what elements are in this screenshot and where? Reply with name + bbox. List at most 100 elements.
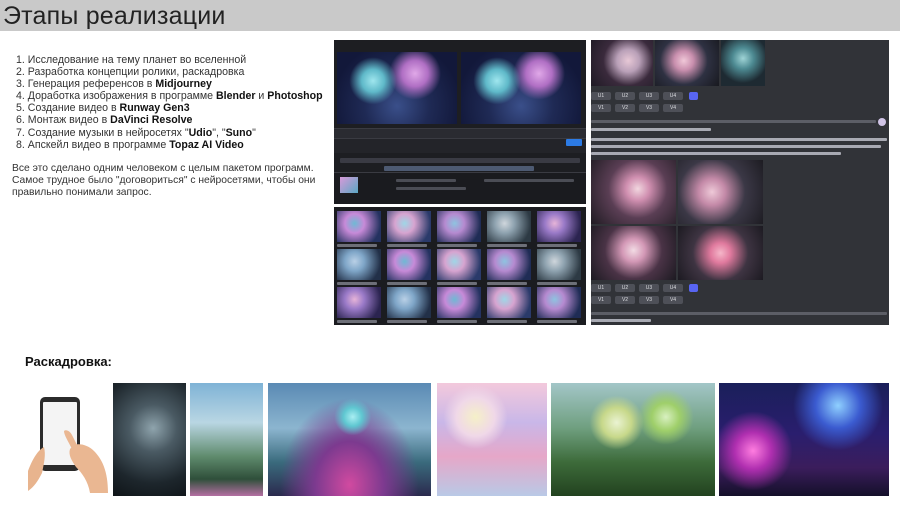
mj-variation-button[interactable]: V4 [663, 296, 683, 304]
generation-caption [537, 244, 577, 247]
storyboard-frame [190, 383, 263, 496]
generation-caption [337, 244, 377, 247]
steps-list: 1. Исследование на тему планет во вселен… [16, 54, 323, 151]
summary-line: Все это сделано одним человеком с целым … [12, 163, 314, 174]
editor-source-preview [337, 52, 457, 124]
storyboard-frame [268, 383, 431, 496]
generation-caption [537, 320, 577, 323]
mj-upscale-button[interactable]: U2 [615, 92, 635, 100]
generation-caption [437, 282, 477, 285]
mj-upscale-button[interactable]: U4 [663, 284, 683, 292]
editor-timeline-controls [334, 138, 586, 153]
mj-message-header [591, 128, 711, 131]
step-item: 4. Доработка изображения в программе Ble… [16, 90, 323, 103]
generation-thumbnail [537, 211, 581, 242]
editor-program-preview [461, 52, 581, 124]
generation-thumbnail [437, 249, 481, 280]
generation-caption [387, 282, 427, 285]
generation-caption [487, 282, 527, 285]
generation-caption [337, 320, 377, 323]
mj-image-thumb [591, 40, 653, 86]
editor-track [384, 166, 534, 171]
page-title: Этапы реализации [3, 2, 226, 30]
summary-paragraph: Все это сделано одним человеком с целым … [12, 163, 332, 199]
mj-grid-image [591, 226, 676, 280]
summary-line: Самое трудное было "договориться" с нейр… [12, 175, 316, 187]
page-header: Этапы реализации [0, 0, 900, 31]
mj-upscale-button[interactable]: U1 [591, 284, 611, 292]
generation-thumbnail [337, 211, 381, 242]
generation-thumbnail [487, 249, 531, 280]
editor-clip-thumbnail [340, 177, 358, 193]
mj-grid-image [678, 160, 763, 224]
user-avatar [878, 118, 886, 126]
storyboard-frame [113, 383, 186, 496]
generation-thumbnail [487, 287, 531, 318]
mj-prompt-line [591, 120, 876, 123]
generation-thumbnail [337, 287, 381, 318]
generation-thumbnail [537, 287, 581, 318]
step-item: 5. Создание видео в Runway Gen3 [16, 102, 190, 115]
generation-caption [437, 244, 477, 247]
editor-clip-row [396, 187, 466, 190]
generation-caption [537, 282, 577, 285]
generation-thumbnail [487, 211, 531, 242]
generation-caption [437, 320, 477, 323]
mj-upscale-button[interactable]: U4 [663, 92, 683, 100]
storyboard-frame [437, 383, 547, 496]
mj-upscale-button[interactable]: U3 [639, 284, 659, 292]
generation-thumbnail [537, 249, 581, 280]
editor-clip-row [484, 179, 574, 182]
step-item: 6. Монтаж видео в DaVinci Resolve [16, 114, 193, 127]
mj-variation-button[interactable]: V1 [591, 104, 611, 112]
mj-message-header [591, 319, 651, 322]
generation-thumbnail [437, 287, 481, 318]
mj-image-thumb [655, 40, 719, 86]
video-editor-screenshot [334, 40, 586, 204]
mj-prompt-line [591, 312, 887, 315]
editor-track [340, 158, 580, 163]
step-item: 3. Генерация референсов в Midjourney [16, 78, 212, 91]
generation-thumbnail [387, 249, 431, 280]
mj-variation-button[interactable]: V1 [591, 296, 611, 304]
generation-caption [387, 320, 427, 323]
storyboard-title: Раскадровка: [25, 354, 112, 369]
editor-clip-row [396, 179, 456, 182]
mj-variation-button[interactable]: V4 [663, 104, 683, 112]
editor-render-button [566, 139, 582, 146]
mj-variation-button[interactable]: V2 [615, 296, 635, 304]
generation-thumbnail [437, 211, 481, 242]
generation-thumbnail [387, 211, 431, 242]
mj-upscale-button[interactable]: U2 [615, 284, 635, 292]
generation-thumbnail [337, 249, 381, 280]
summary-line: правильно понимали запрос. [12, 187, 152, 199]
step-item: 7. Создание музыки в нейросетях "Udio", … [16, 126, 256, 139]
generation-thumbnail [387, 287, 431, 318]
mj-upscale-button[interactable]: U3 [639, 92, 659, 100]
mj-variation-button[interactable]: V2 [615, 104, 635, 112]
generation-caption [487, 320, 527, 323]
mj-upscale-button[interactable]: U1 [591, 92, 611, 100]
storyboard-frame [719, 383, 889, 496]
tablet-icon [28, 397, 108, 493]
generation-caption [387, 244, 427, 247]
step-item: 1. Исследование на тему планет во вселен… [16, 54, 247, 66]
generation-caption [337, 282, 377, 285]
mj-message-text [591, 145, 881, 148]
tablet-hand-image [28, 385, 110, 495]
mj-variation-button[interactable]: V3 [639, 296, 659, 304]
mj-grid-image [591, 160, 676, 224]
mj-message-text [591, 138, 887, 141]
mj-message-text [591, 152, 841, 155]
generation-caption [487, 244, 527, 247]
mj-reroll-button[interactable] [689, 284, 698, 292]
midjourney-discord-screenshot: U1 U2 U3 U4 V1 V2 V3 V4 U1 U2 U3 U4 V1 V… [591, 40, 889, 325]
step-item: 8. Апскейл видео в программе Topaz AI Vi… [16, 138, 244, 151]
mj-variation-button[interactable]: V3 [639, 104, 659, 112]
generation-grid-screenshot [334, 207, 586, 325]
mj-image-thumb [721, 40, 765, 86]
storyboard-frame [551, 383, 715, 496]
step-item: 2. Разработка концепции ролики, раскадро… [16, 66, 245, 79]
mj-reroll-button[interactable] [689, 92, 698, 100]
mj-grid-image [678, 226, 763, 280]
